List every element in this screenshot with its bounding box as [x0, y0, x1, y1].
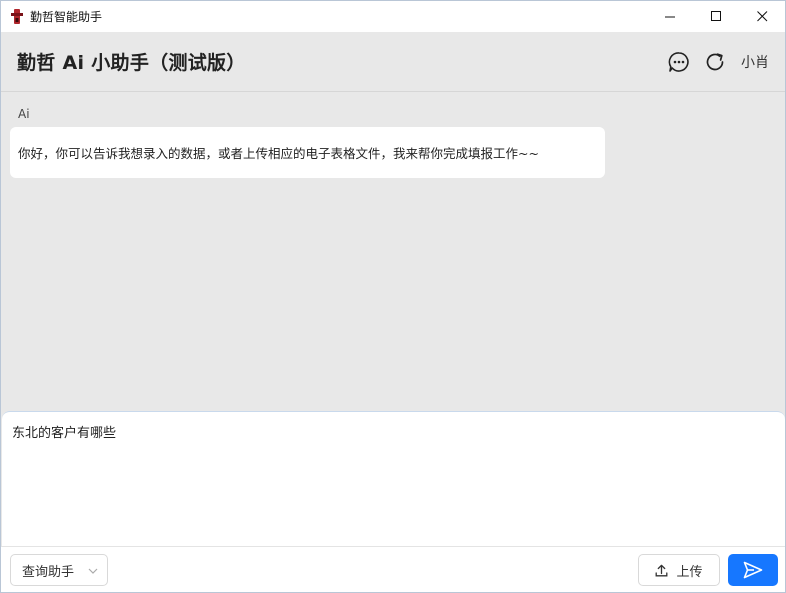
app-window: 勤哲智能助手 勤哲 Ai 小助手（测试版） 小肖 Ai 你好，你可以告诉我想录入…	[0, 0, 786, 593]
title-bar[interactable]: 勤哲智能助手	[1, 1, 785, 32]
close-icon	[756, 11, 767, 22]
chat-area: Ai 你好，你可以告诉我想录入的数据，或者上传相应的电子表格文件，我来帮你完成填…	[1, 93, 785, 411]
upload-label: 上传	[676, 564, 703, 580]
maximize-icon	[710, 11, 721, 21]
close-button[interactable]	[739, 1, 785, 32]
bottom-toolbar: 查询助手 上传	[1, 546, 785, 592]
user-name[interactable]: 小肖	[741, 52, 769, 72]
app-header: 勤哲 Ai 小助手（测试版） 小肖	[1, 32, 785, 92]
window-controls	[647, 1, 785, 32]
send-button[interactable]	[728, 554, 778, 586]
message-sender: Ai	[18, 107, 30, 121]
assistant-mode-select[interactable]: 查询助手	[10, 554, 108, 586]
refresh-icon[interactable]	[703, 50, 727, 74]
message-text: 你好，你可以告诉我想录入的数据，或者上传相应的电子表格文件，我来帮你完成填报工作…	[18, 146, 539, 161]
upload-icon	[655, 564, 668, 577]
message-bubble: 你好，你可以告诉我想录入的数据，或者上传相应的电子表格文件，我来帮你完成填报工作…	[10, 127, 605, 178]
minimize-button[interactable]	[647, 1, 693, 32]
app-logo-icon	[11, 9, 23, 24]
message-input-container: 东北的客户有哪些	[2, 411, 785, 546]
upload-button[interactable]: 上传	[638, 554, 720, 586]
assistant-mode-value: 查询助手	[22, 564, 75, 580]
minimize-icon	[664, 16, 675, 18]
chevron-down-icon	[88, 565, 98, 580]
window-title: 勤哲智能助手	[30, 10, 103, 24]
message-input[interactable]: 东北的客户有哪些	[12, 422, 772, 532]
chat-bubble-icon[interactable]	[667, 50, 691, 74]
maximize-button[interactable]	[693, 1, 739, 32]
page-title: 勤哲 Ai 小助手（测试版）	[17, 52, 246, 74]
send-icon	[743, 561, 763, 579]
header-actions: 小肖	[655, 32, 769, 92]
